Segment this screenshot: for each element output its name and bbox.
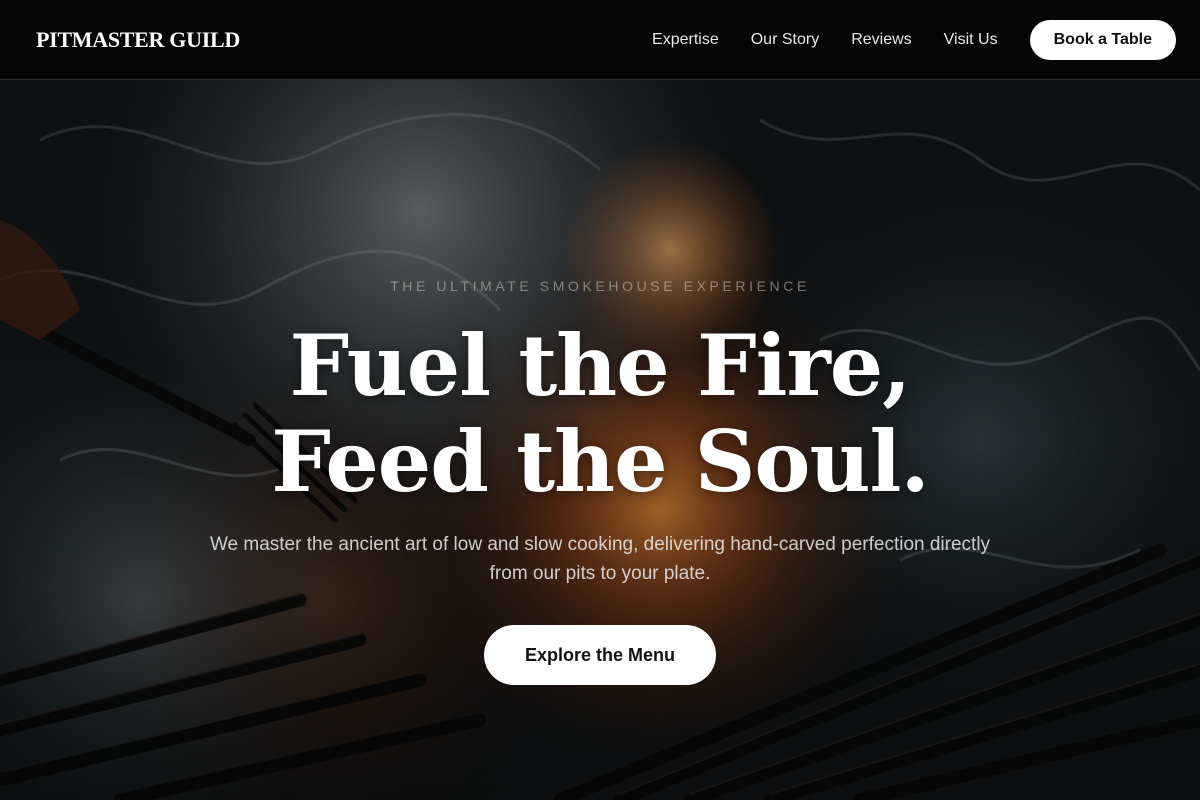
nav-link-reviews[interactable]: Reviews [851,31,911,49]
hero-headline-line2: Feed the Soul. [271,412,929,511]
book-table-button[interactable]: Book a Table [1029,19,1176,60]
nav-link-visit-us[interactable]: Visit Us [944,31,998,49]
nav-right: Expertise Our Story Reviews Visit Us Boo… [652,19,1176,60]
page: PITMASTER GUILD Expertise Our Story Revi… [0,0,1200,800]
explore-menu-button[interactable]: Explore the Menu [484,625,716,685]
hero-subtext: We master the ancient art of low and slo… [209,534,991,584]
hero-content: THE ULTIMATE SMOKEHOUSE EXPERIENCE Fuel … [0,80,1200,800]
nav-link-our-story[interactable]: Our Story [751,31,819,49]
hero-section: THE ULTIMATE SMOKEHOUSE EXPERIENCE Fuel … [0,80,1200,800]
nav-links: Expertise Our Story Reviews Visit Us [652,31,998,49]
hero-eyebrow: THE ULTIMATE SMOKEHOUSE EXPERIENCE [390,278,810,294]
hero-headline: Fuel the Fire, Feed the Soul. [0,318,1200,510]
top-navbar: PITMASTER GUILD Expertise Our Story Revi… [0,0,1200,80]
nav-link-expertise[interactable]: Expertise [652,31,719,49]
brand-logo[interactable]: PITMASTER GUILD [36,27,240,53]
hero-headline-line1: Fuel the Fire, [289,316,912,415]
